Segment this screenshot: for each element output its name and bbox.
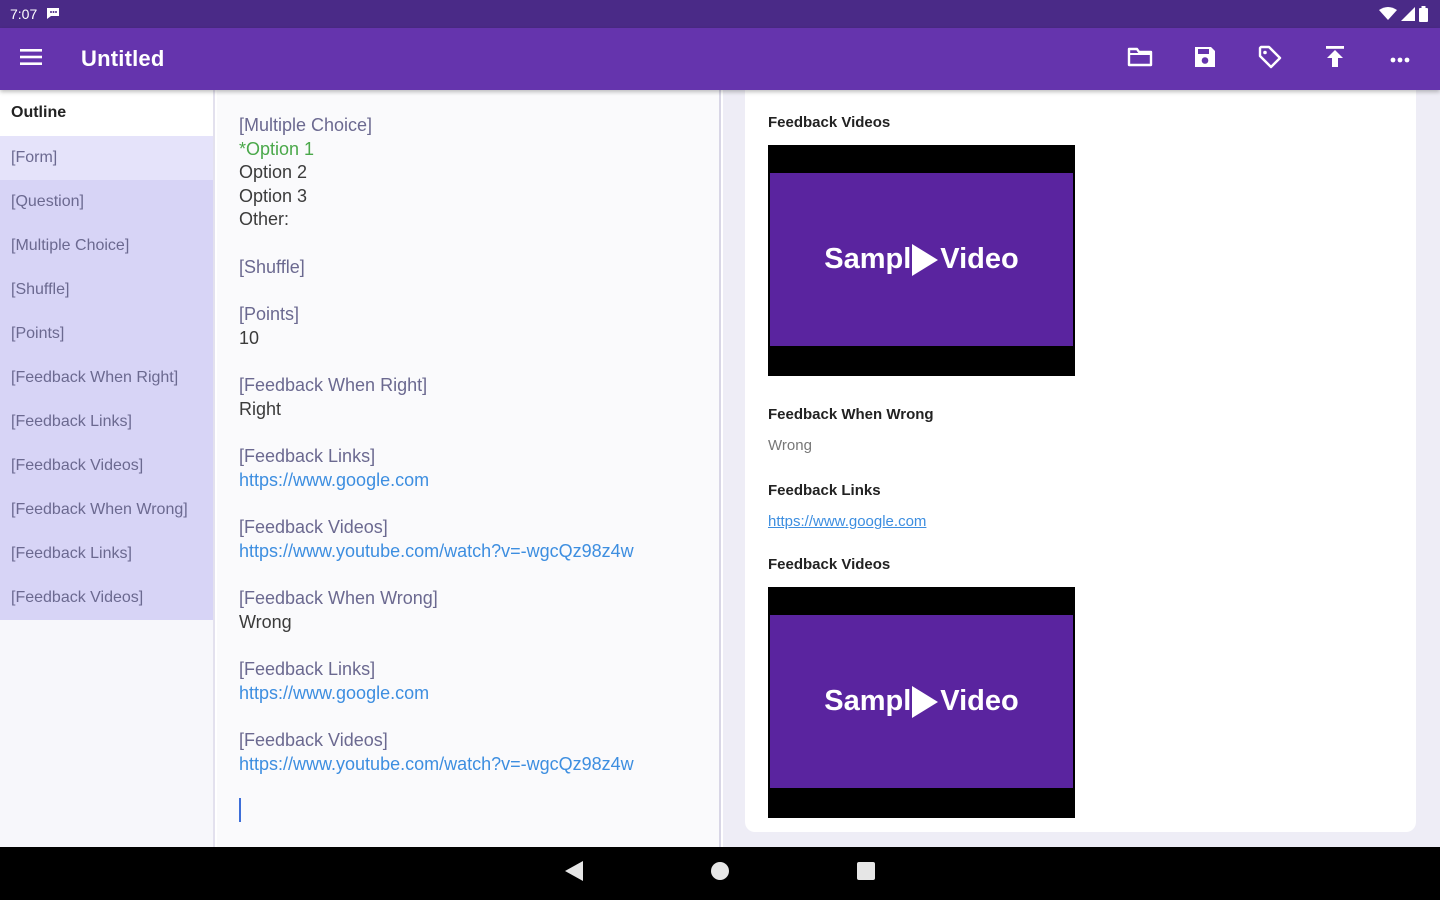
outline-list: [Form] [Question] [Multiple Choice] [Shu… [0, 136, 213, 620]
status-time: 7:07 [10, 6, 38, 22]
menu-button[interactable] [0, 28, 62, 90]
editor-line-correct-option: *Option 1 [239, 138, 315, 159]
system-nav-bar [0, 847, 1440, 900]
outline-item[interactable]: [Feedback Videos] [0, 444, 213, 488]
preview-text: Wrong [768, 437, 812, 454]
video-title-right: Video [940, 685, 1019, 717]
editor-line-value: Wrong [239, 611, 292, 632]
preview-heading: Feedback Videos [768, 556, 891, 573]
editor-line-tag: [Multiple Choice] [239, 115, 373, 135]
upload-button[interactable] [1302, 28, 1367, 90]
app-toolbar: Untitled [0, 28, 1440, 90]
editor-line-link[interactable]: https://www.youtube.com/watch?v=-wgcQz98… [239, 753, 719, 777]
text-cursor [239, 798, 241, 822]
save-icon [1194, 46, 1216, 73]
video-title-right: Video [940, 243, 1019, 275]
preview-heading: Feedback Videos [768, 114, 891, 131]
editor-line-tag: [Points] [239, 304, 300, 324]
video-thumbnail: Sampl Video [770, 615, 1073, 788]
preview-card: Feedback Videos Sampl Video Feedback When… [745, 80, 1416, 832]
video-title-left: Sampl [824, 243, 912, 275]
outline-item[interactable]: [Feedback Links] [0, 400, 213, 444]
editor-line-link[interactable]: https://www.google.com [239, 682, 719, 706]
preview-pane: Feedback Videos Sampl Video Feedback When… [723, 80, 1440, 847]
editor-line-option: Option 3 [239, 185, 308, 206]
editor-line-link[interactable]: https://www.google.com [239, 469, 719, 493]
outline-item[interactable]: [Feedback When Wrong] [0, 488, 213, 532]
menu-icon [20, 48, 42, 70]
outline-heading: Outline [0, 90, 213, 136]
outline-item[interactable]: [Shuffle] [0, 268, 213, 312]
tag-button[interactable] [1237, 28, 1302, 90]
editor-line-tag: [Feedback When Right] [239, 375, 428, 395]
outline-item[interactable]: [Feedback Videos] [0, 576, 213, 620]
play-icon [912, 243, 939, 276]
back-icon [565, 861, 583, 886]
editor-line-tag: [Feedback When Wrong] [239, 588, 438, 608]
home-button[interactable] [702, 856, 738, 892]
editor-line-tag: [Shuffle] [239, 256, 305, 277]
battery-icon [1419, 6, 1428, 22]
markup-editor[interactable]: [Multiple Choice] *Option 1 Option 2 Opt… [217, 90, 721, 847]
upload-icon [1325, 45, 1345, 73]
save-button[interactable] [1172, 28, 1237, 90]
editor-line-option: Option 2 [239, 162, 308, 182]
outline-item[interactable]: [Multiple Choice] [0, 224, 213, 268]
recents-button[interactable] [848, 856, 884, 892]
editor-line-link[interactable]: https://www.youtube.com/watch?v=-wgcQz98… [239, 540, 719, 564]
outline-item[interactable]: [Feedback When Right] [0, 356, 213, 400]
outline-item[interactable]: [Points] [0, 312, 213, 356]
recents-icon [857, 862, 875, 885]
editor-line-tag: [Feedback Links] [239, 659, 376, 679]
video-player[interactable]: Sampl Video [768, 587, 1075, 818]
outline-item[interactable]: [Question] [0, 180, 213, 224]
folder-icon [1127, 46, 1153, 73]
video-thumbnail: Sampl Video [770, 173, 1073, 346]
home-icon [710, 861, 730, 886]
more-options-button[interactable] [1367, 28, 1432, 90]
editor-line-value: 10 [239, 327, 260, 348]
more-icon [1390, 50, 1410, 68]
editor-line-tag: [Feedback Links] [239, 446, 376, 466]
tag-icon [1258, 45, 1282, 74]
editor-line-tag: [Feedback Videos] [239, 517, 388, 537]
back-button[interactable] [556, 856, 592, 892]
editor-line-tag: [Feedback Videos] [239, 730, 388, 750]
open-button[interactable] [1107, 28, 1172, 90]
outline-item[interactable]: [Feedback Links] [0, 532, 213, 576]
outline-item[interactable]: [Form] [0, 136, 213, 180]
play-icon [912, 685, 939, 718]
wifi-icon [1379, 7, 1397, 21]
preview-heading: Feedback Links [768, 482, 881, 499]
preview-heading: Feedback When Wrong [768, 406, 934, 423]
editor-line-value: Right [239, 398, 282, 419]
signal-icon [1401, 7, 1415, 21]
video-title-left: Sampl [824, 685, 912, 717]
editor-line-other: Other: [239, 209, 290, 229]
video-player[interactable]: Sampl Video [768, 145, 1075, 376]
preview-link[interactable]: https://www.google.com [768, 513, 1416, 530]
outline-panel: Outline [Form] [Question] [Multiple Choi… [0, 90, 215, 847]
status-bar: 7:07 [0, 0, 1440, 28]
document-title: Untitled [81, 46, 165, 71]
message-notification-icon [45, 5, 61, 24]
